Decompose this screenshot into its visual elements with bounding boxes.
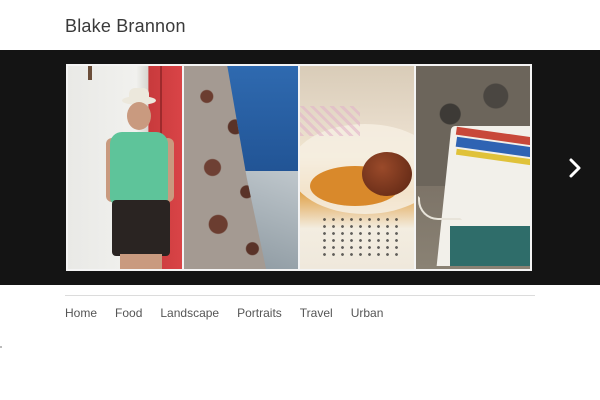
- chevron-right-icon: [569, 158, 581, 178]
- photo-strip: [68, 66, 530, 269]
- nav-item-portraits[interactable]: Portraits: [237, 306, 282, 320]
- nav-item-travel[interactable]: Travel: [300, 306, 333, 320]
- gallery-photo-landscape[interactable]: [184, 66, 298, 269]
- nav-item-landscape[interactable]: Landscape: [160, 306, 219, 320]
- nav-item-home[interactable]: Home: [65, 306, 97, 320]
- nav-item-urban[interactable]: Urban: [351, 306, 384, 320]
- next-slide-button[interactable]: [566, 156, 584, 180]
- nav-item-food[interactable]: Food: [115, 306, 142, 320]
- gallery-photo-boat[interactable]: [416, 66, 530, 269]
- stray-pixel: [0, 346, 2, 348]
- main-nav: Home Food Landscape Portraits Travel Urb…: [65, 306, 401, 320]
- gallery-photo-food[interactable]: [300, 66, 414, 269]
- gallery-photo-portrait[interactable]: [68, 66, 182, 269]
- site-title[interactable]: Blake Brannon: [65, 16, 186, 37]
- nav-divider: [65, 295, 535, 296]
